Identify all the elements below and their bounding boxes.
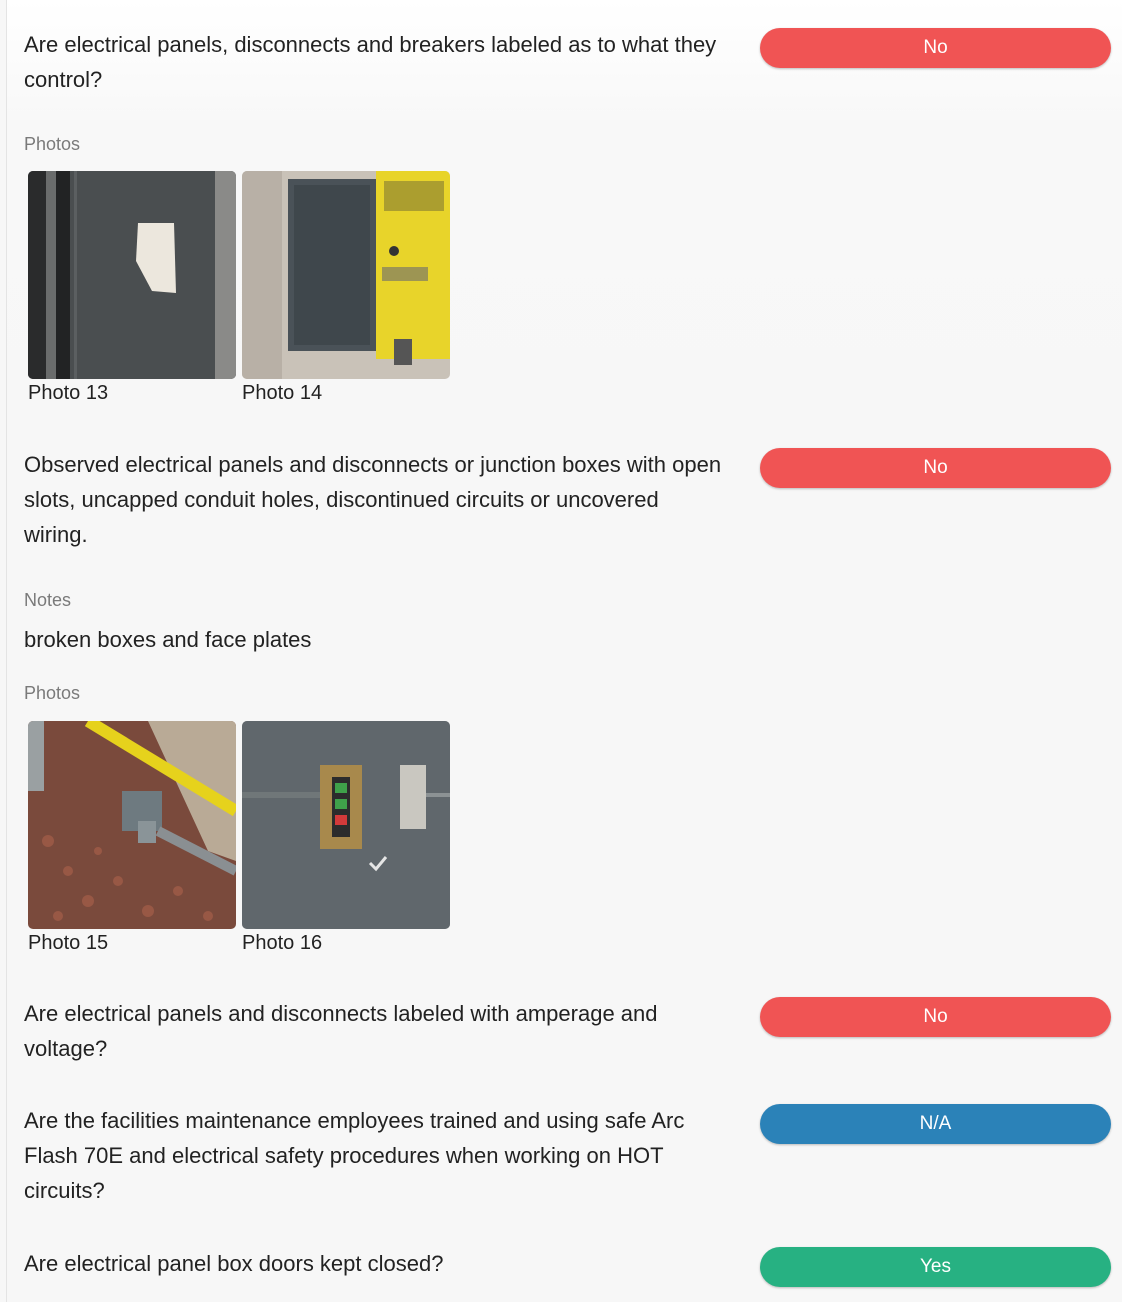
answer-badge-no[interactable]: No [760, 997, 1111, 1037]
photo-thumbnail-13[interactable] [28, 171, 236, 379]
photo-dark-panel-door [28, 171, 236, 379]
checklist-item: Are electrical panels and disconnects la… [6, 978, 1122, 1086]
inspection-checklist: Are electrical panels, disconnects and b… [0, 0, 1122, 1302]
answer-badge-no[interactable]: No [760, 448, 1111, 488]
notes-text: broken boxes and face plates [24, 627, 312, 652]
answer-badge-yes[interactable]: Yes [760, 1247, 1111, 1287]
photo-panel-with-yellow-sign [242, 171, 450, 379]
question-text: Observed electrical panels and disconnec… [24, 452, 722, 547]
photos-label: Photos [24, 683, 81, 703]
notes-label: Notes [24, 590, 72, 610]
photo-switch-box-on-wall [242, 721, 450, 929]
answer-badge-na[interactable]: N/A [760, 1104, 1111, 1144]
checklist-item: Are electrical panels, disconnects and b… [6, 0, 1122, 431]
question-text: Are the facilities maintenance employees… [24, 1108, 685, 1203]
photos-label: Photos [24, 134, 81, 154]
photo-thumbnail-15[interactable] [28, 721, 236, 929]
photo-conduit-on-gravel [28, 721, 236, 929]
question-text: Are electrical panel box doors kept clos… [24, 1251, 444, 1276]
photo-caption: Photo 13 [28, 382, 109, 404]
answer-badge-no[interactable]: No [760, 28, 1111, 68]
question-text: Are electrical panels and disconnects la… [24, 1001, 658, 1061]
checklist-item: Observed electrical panels and disconnec… [6, 430, 1122, 979]
photo-caption: Photo 16 [242, 932, 323, 954]
checklist-item: Are electrical panel box doors kept clos… [6, 1227, 1122, 1302]
photo-caption: Photo 15 [28, 932, 109, 954]
question-text: Are electrical panels, disconnects and b… [24, 32, 717, 92]
photo-thumbnail-14[interactable] [242, 171, 450, 379]
photo-thumbnail-16[interactable] [242, 721, 450, 929]
photo-caption: Photo 14 [242, 382, 323, 404]
checklist-item: Are the facilities maintenance employees… [6, 1085, 1122, 1228]
